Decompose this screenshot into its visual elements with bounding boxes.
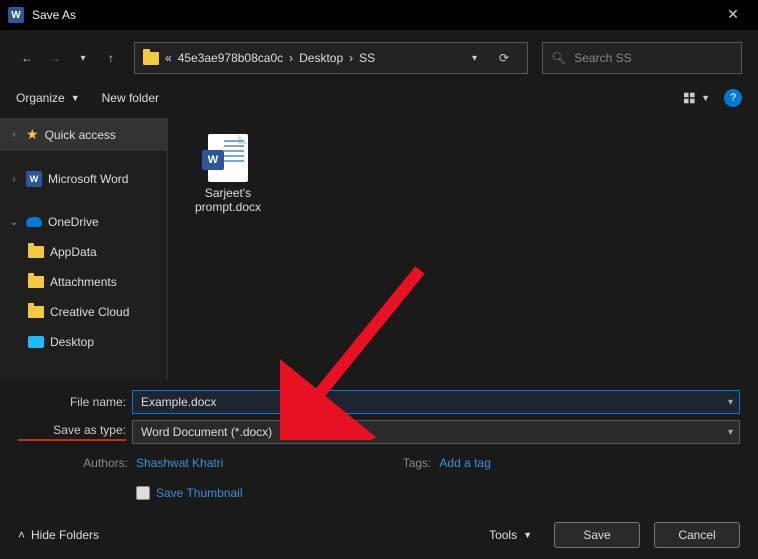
save-as-type-value: Word Document (*.docx) xyxy=(141,425,272,439)
docx-thumbnail: W xyxy=(208,134,248,182)
chevron-down-icon[interactable]: ▾ xyxy=(728,397,733,408)
tags-value[interactable]: Add a tag xyxy=(439,456,490,470)
sidebar-item-attachments[interactable]: Attachments xyxy=(0,267,167,297)
file-name-label: File name: xyxy=(18,395,126,409)
save-thumbnail-label: Save Thumbnail xyxy=(156,486,243,500)
folder-icon xyxy=(28,306,44,318)
save-button[interactable]: Save xyxy=(554,522,640,548)
search-input[interactable]: 🔍︎ Search SS xyxy=(542,42,742,74)
save-thumbnail-checkbox[interactable] xyxy=(136,486,150,500)
sidebar-item-onedrive[interactable]: ⌄ OneDrive xyxy=(0,207,167,237)
word-icon: W xyxy=(26,171,42,187)
chevron-right-icon: › xyxy=(349,51,353,65)
organize-button[interactable]: Organize ▼ xyxy=(16,91,80,105)
chevron-down-icon: ⌄ xyxy=(8,217,20,228)
tree-label: AppData xyxy=(50,245,97,259)
crumb-overflow[interactable]: « xyxy=(165,51,172,65)
onedrive-icon xyxy=(26,217,42,227)
nav-bar: ← → ▾ ↑ « 45e3ae978b08ca0c › Desktop › S… xyxy=(0,38,758,78)
app-icon: W xyxy=(8,7,24,23)
chevron-down-icon: ▼ xyxy=(701,93,710,103)
tree-label: Attachments xyxy=(50,275,117,289)
authors-label: Authors: xyxy=(68,456,128,470)
navigation-tree: › ★ Quick access › W Microsoft Word ⌄ On… xyxy=(0,118,168,380)
authors-value[interactable]: Shashwat Khatri xyxy=(136,456,223,470)
folder-icon xyxy=(143,52,159,65)
file-item-docx[interactable]: W Sarjeet's prompt.docx xyxy=(178,128,278,220)
window-title: Save As xyxy=(32,8,76,22)
chevron-up-icon: ˄ xyxy=(18,528,25,542)
crumb-item[interactable]: 45e3ae978b08ca0c xyxy=(178,51,283,65)
file-name-label: Sarjeet's prompt.docx xyxy=(184,186,272,214)
sidebar-item-appdata[interactable]: AppData xyxy=(0,237,167,267)
close-button[interactable]: ✕ xyxy=(718,6,748,23)
sidebar-item-microsoft-word[interactable]: › W Microsoft Word xyxy=(0,163,167,195)
word-icon: W xyxy=(202,150,224,170)
titlebar: W Save As ✕ xyxy=(0,0,758,30)
file-name-value: Example.docx xyxy=(141,395,216,409)
forward-button[interactable]: → xyxy=(44,47,66,69)
tree-label: Quick access xyxy=(45,128,116,142)
cancel-button[interactable]: Cancel xyxy=(654,522,740,548)
tools-label: Tools xyxy=(489,528,517,542)
breadcrumb[interactable]: « 45e3ae978b08ca0c › Desktop › SS ▾ ⟳ xyxy=(134,42,528,74)
view-options-button[interactable]: ▼ xyxy=(684,87,710,109)
sidebar-item-desktop[interactable]: Desktop xyxy=(0,327,167,357)
chevron-right-icon: › xyxy=(8,129,20,140)
tree-label: OneDrive xyxy=(48,215,99,229)
search-icon: 🔍︎ xyxy=(551,51,566,65)
tree-label: Desktop xyxy=(50,335,94,349)
recent-locations-button[interactable]: ▾ xyxy=(72,47,94,69)
up-button[interactable]: ↑ xyxy=(100,47,122,69)
chevron-down-icon: ▼ xyxy=(523,530,532,540)
sidebar-item-quick-access[interactable]: › ★ Quick access xyxy=(0,118,167,151)
tools-button[interactable]: Tools ▼ xyxy=(489,528,532,542)
hide-folders-button[interactable]: ˄ Hide Folders xyxy=(18,528,99,542)
organize-label: Organize xyxy=(16,91,65,105)
back-button[interactable]: ← xyxy=(16,47,38,69)
sidebar-item-creative-cloud[interactable]: Creative Cloud xyxy=(0,297,167,327)
tree-label: Creative Cloud xyxy=(50,305,129,319)
folder-icon xyxy=(28,246,44,258)
folder-icon xyxy=(28,276,44,288)
search-placeholder: Search SS xyxy=(574,51,631,65)
save-form: File name: Example.docx ▾ Save as type: … xyxy=(0,380,758,510)
chevron-right-icon: › xyxy=(8,174,20,185)
star-icon: ★ xyxy=(26,126,39,143)
tree-label: Microsoft Word xyxy=(48,172,128,186)
save-as-type-label: Save as type: xyxy=(18,423,126,441)
toolbar: Organize ▼ New folder ▼ ? xyxy=(0,78,758,118)
tags-label: Tags: xyxy=(371,456,431,470)
hide-folders-label: Hide Folders xyxy=(31,528,99,542)
chevron-down-icon[interactable]: ▾ xyxy=(728,427,733,438)
main-area: › ★ Quick access › W Microsoft Word ⌄ On… xyxy=(0,118,758,380)
footer: ˄ Hide Folders Tools ▼ Save Cancel xyxy=(0,511,758,559)
help-button[interactable]: ? xyxy=(724,89,742,107)
crumb-item[interactable]: SS xyxy=(359,51,375,65)
refresh-button[interactable]: ⟳ xyxy=(489,51,519,65)
chevron-down-icon: ▼ xyxy=(71,93,80,103)
crumb-item[interactable]: Desktop xyxy=(299,51,343,65)
desktop-icon xyxy=(28,336,44,348)
new-folder-button[interactable]: New folder xyxy=(102,91,159,105)
save-as-type-select[interactable]: Word Document (*.docx) ▾ xyxy=(132,420,740,444)
file-list[interactable]: W Sarjeet's prompt.docx xyxy=(168,118,758,380)
breadcrumb-dropdown[interactable]: ▾ xyxy=(466,53,483,64)
file-name-input[interactable]: Example.docx ▾ xyxy=(132,390,740,414)
chevron-right-icon: › xyxy=(289,51,293,65)
